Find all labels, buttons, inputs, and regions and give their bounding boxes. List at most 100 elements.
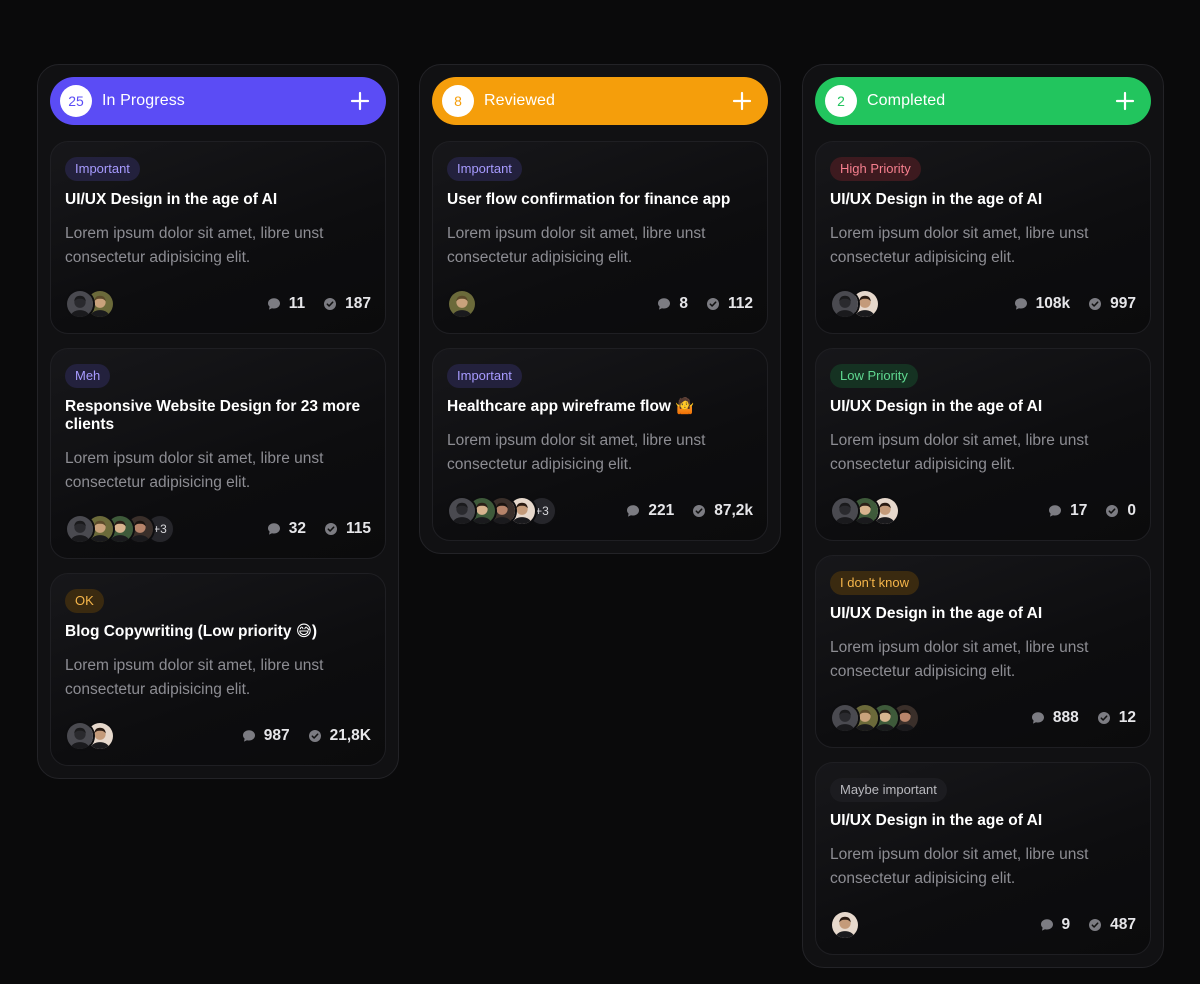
comment-count[interactable]: 9 (1040, 916, 1071, 934)
card-title: User flow confirmation for finance app (447, 191, 731, 208)
comment-count[interactable]: 8 (657, 295, 688, 313)
column-header: 8 Reviewed (432, 77, 768, 125)
assignee-avatars: +3 (65, 514, 249, 544)
comment-icon (267, 522, 289, 536)
card-footer: +3 221 87,2k (447, 496, 753, 526)
check-circle-icon (1105, 504, 1127, 518)
column-title: Completed (867, 92, 946, 109)
task-card[interactable]: High Priority UI/UX Design in the age of… (815, 141, 1151, 334)
card-description: Lorem ipsum dolor sit amet, libre unst c… (65, 657, 324, 698)
card-title: UI/UX Design in the age of AI (830, 191, 1043, 208)
card-title: UI/UX Design in the age of AI (830, 605, 1043, 622)
card-title: UI/UX Design in the age of AI (830, 398, 1043, 415)
avatar[interactable] (830, 289, 860, 319)
avatar[interactable] (65, 514, 95, 544)
comment-count[interactable]: 888 (1031, 709, 1079, 727)
avatar[interactable] (447, 496, 477, 526)
completed-count[interactable]: 21,8K (308, 727, 371, 745)
assignee-avatars (65, 289, 249, 319)
assignee-avatars (830, 703, 1013, 733)
completed-count[interactable]: 187 (323, 295, 371, 313)
task-card[interactable]: OK Blog Copywriting (Low priority 😅) Lor… (50, 573, 386, 766)
completed-count[interactable]: 0 (1105, 502, 1136, 520)
assignee-avatars (65, 721, 224, 751)
completed-count-value: 87,2k (714, 502, 753, 519)
comment-count[interactable]: 17 (1048, 502, 1087, 520)
column-title: Reviewed (484, 92, 556, 109)
comment-count-value: 987 (263, 727, 290, 744)
card-footer: 17 0 (830, 496, 1136, 526)
avatar[interactable] (830, 496, 860, 526)
completed-count-value: 115 (345, 520, 371, 537)
comment-icon (1014, 297, 1036, 311)
completed-count-value: 997 (1110, 295, 1136, 312)
add-card-button[interactable] (1113, 89, 1137, 113)
comment-icon (242, 729, 264, 743)
task-card[interactable]: Maybe important UI/UX Design in the age … (815, 762, 1151, 955)
assignee-avatars (830, 496, 1030, 526)
task-card[interactable]: Meh Responsive Website Design for 23 mor… (50, 348, 386, 559)
completed-count[interactable]: 487 (1088, 916, 1136, 934)
completed-count[interactable]: 115 (324, 520, 371, 538)
completed-count-value: 21,8K (329, 727, 371, 744)
completed-count[interactable]: 112 (706, 295, 753, 313)
comment-count[interactable]: 11 (267, 295, 305, 313)
card-footer: 987 21,8K (65, 721, 371, 751)
column-reviewed: 8 Reviewed Important User flow confirmat… (419, 64, 781, 554)
completed-count-value: 0 (1127, 502, 1136, 519)
card-title: UI/UX Design in the age of AI (65, 191, 278, 208)
task-card[interactable]: Important Healthcare app wireframe flow … (432, 348, 768, 541)
check-circle-icon (692, 504, 714, 518)
completed-count[interactable]: 997 (1088, 295, 1136, 313)
avatar[interactable] (830, 703, 860, 733)
column-header: 2 Completed (815, 77, 1151, 125)
column-completed: 2 Completed High Priority UI/UX Design i… (802, 64, 1164, 968)
completed-count[interactable]: 12 (1097, 709, 1136, 727)
card-footer: 888 12 (830, 703, 1136, 733)
task-card[interactable]: Important User flow confirmation for fin… (432, 141, 768, 334)
card-footer: 11 187 (65, 289, 371, 319)
card-description: Lorem ipsum dolor sit amet, libre unst c… (830, 846, 1089, 887)
check-circle-icon (308, 729, 330, 743)
avatar[interactable] (447, 289, 477, 319)
assignee-avatars (447, 289, 639, 319)
comment-icon (657, 297, 679, 311)
priority-tag: I don't know (830, 571, 919, 595)
card-footer: 9 487 (830, 910, 1136, 940)
card-description: Lorem ipsum dolor sit amet, libre unst c… (447, 225, 706, 266)
check-circle-icon (1088, 297, 1110, 311)
add-card-button[interactable] (730, 89, 754, 113)
assignee-avatars: +3 (447, 496, 608, 526)
priority-tag: OK (65, 589, 104, 613)
comment-icon (267, 297, 289, 311)
comment-count[interactable]: 221 (626, 502, 674, 520)
avatar[interactable] (65, 721, 95, 751)
comment-count[interactable]: 987 (242, 727, 290, 745)
task-card[interactable]: Low Priority UI/UX Design in the age of … (815, 348, 1151, 541)
completed-count-value: 187 (345, 295, 371, 312)
comment-count-value: 108k (1035, 295, 1071, 312)
priority-tag: Low Priority (830, 364, 918, 388)
card-description: Lorem ipsum dolor sit amet, libre unst c… (65, 225, 324, 266)
check-circle-icon (706, 297, 728, 311)
plus-icon (1115, 91, 1135, 111)
comment-count-value: 9 (1061, 916, 1071, 933)
avatar[interactable] (830, 910, 860, 940)
task-card[interactable]: Important UI/UX Design in the age of AI … (50, 141, 386, 334)
column-title: In Progress (102, 92, 185, 109)
priority-tag: High Priority (830, 157, 921, 181)
card-description: Lorem ipsum dolor sit amet, libre unst c… (830, 225, 1089, 266)
comment-count[interactable]: 108k (1014, 295, 1070, 313)
assignee-avatars (830, 289, 996, 319)
comment-icon (1040, 918, 1062, 932)
avatar[interactable] (65, 289, 95, 319)
comment-count[interactable]: 32 (267, 520, 306, 538)
add-card-button[interactable] (348, 89, 372, 113)
check-circle-icon (324, 522, 346, 536)
task-card[interactable]: I don't know UI/UX Design in the age of … (815, 555, 1151, 748)
priority-tag: Meh (65, 364, 111, 388)
completed-count[interactable]: 87,2k (692, 502, 753, 520)
priority-tag: Important (447, 157, 522, 181)
comment-count-value: 32 (288, 520, 306, 537)
column-in-progress: 25 In Progress Important UI/UX Design in… (37, 64, 399, 779)
